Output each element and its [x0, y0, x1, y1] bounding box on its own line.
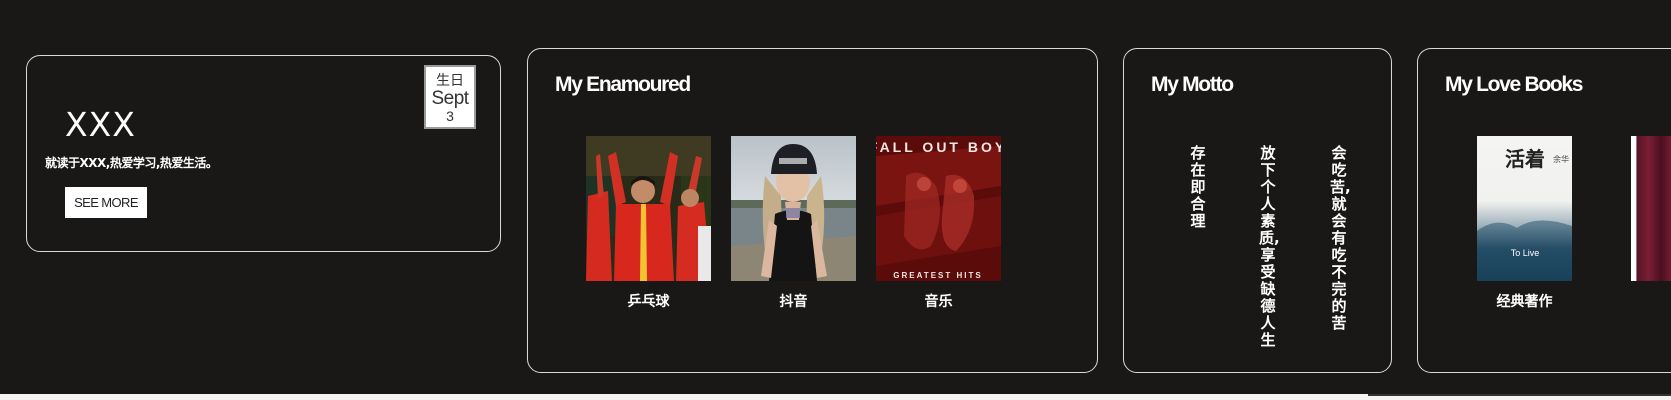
books-title: My Love Books [1445, 73, 1583, 96]
bottom-bar-shadow [1368, 394, 1671, 396]
birthday-label: 生日 [436, 72, 464, 88]
table-tennis-image [586, 136, 711, 281]
book-cover-to-live[interactable]: 活着 余华 To Live [1477, 136, 1572, 281]
motto-line: 会吃苦,就会有吃不完的苦 [1330, 144, 1351, 332]
enamoured-item-music[interactable]: FALL OUT BOY GREATEST HITS 音乐 [876, 136, 1001, 311]
motto-title: My Motto [1151, 73, 1234, 96]
book-caption: 经典著作 [1496, 294, 1553, 310]
books-card: My Love Books 活着 余华 To Live 经典著作 [1417, 48, 1671, 373]
profile-card: XXX 就读于XXX,热爱学习,热爱生活。 SEE MORE 生日 Sept 3 [26, 55, 501, 252]
birthday-month: Sept [431, 88, 469, 109]
table-tennis-caption: 乒乓球 [627, 294, 670, 310]
profile-name: XXX [65, 105, 136, 144]
motto-line: 放下个人素质,享受缺德人生 [1259, 144, 1280, 349]
enamoured-title: My Enamoured [555, 73, 691, 96]
enamoured-item-douyin[interactable]: 抖音 [731, 136, 856, 311]
motto-line: 存在即合理 [1190, 144, 1206, 230]
book-cover-partial[interactable] [1631, 136, 1671, 281]
album-cover-image: FALL OUT BOY GREATEST HITS [876, 136, 1001, 281]
book-cover-subtitle: To Live [1511, 248, 1540, 258]
profile-bio: 就读于XXX,热爱学习,热爱生活。 [45, 156, 218, 170]
douyin-image [731, 136, 856, 281]
birthday-day: 3 [446, 108, 454, 124]
motto-card: My Motto 存在即合理 放下个人素质,享受缺德人生 会吃苦,就会有吃不完的… [1123, 48, 1392, 373]
see-more-button[interactable]: SEE MORE [65, 187, 147, 218]
book-cover-title: 活着 [1505, 147, 1545, 171]
book-cover-author: 余华 [1553, 154, 1569, 164]
music-caption: 音乐 [924, 294, 953, 310]
douyin-caption: 抖音 [779, 294, 808, 310]
enamoured-item-table-tennis[interactable]: 乒乓球 [586, 136, 711, 311]
album-cover-subtitle: GREATEST HITS [893, 271, 982, 280]
enamoured-card: My Enamoured 乒乓球 抖音 FALL OUT BOY GREATES… [527, 48, 1098, 373]
album-cover-title: FALL OUT BOY [876, 139, 1001, 155]
birthday-badge: 生日 Sept 3 [424, 65, 476, 129]
